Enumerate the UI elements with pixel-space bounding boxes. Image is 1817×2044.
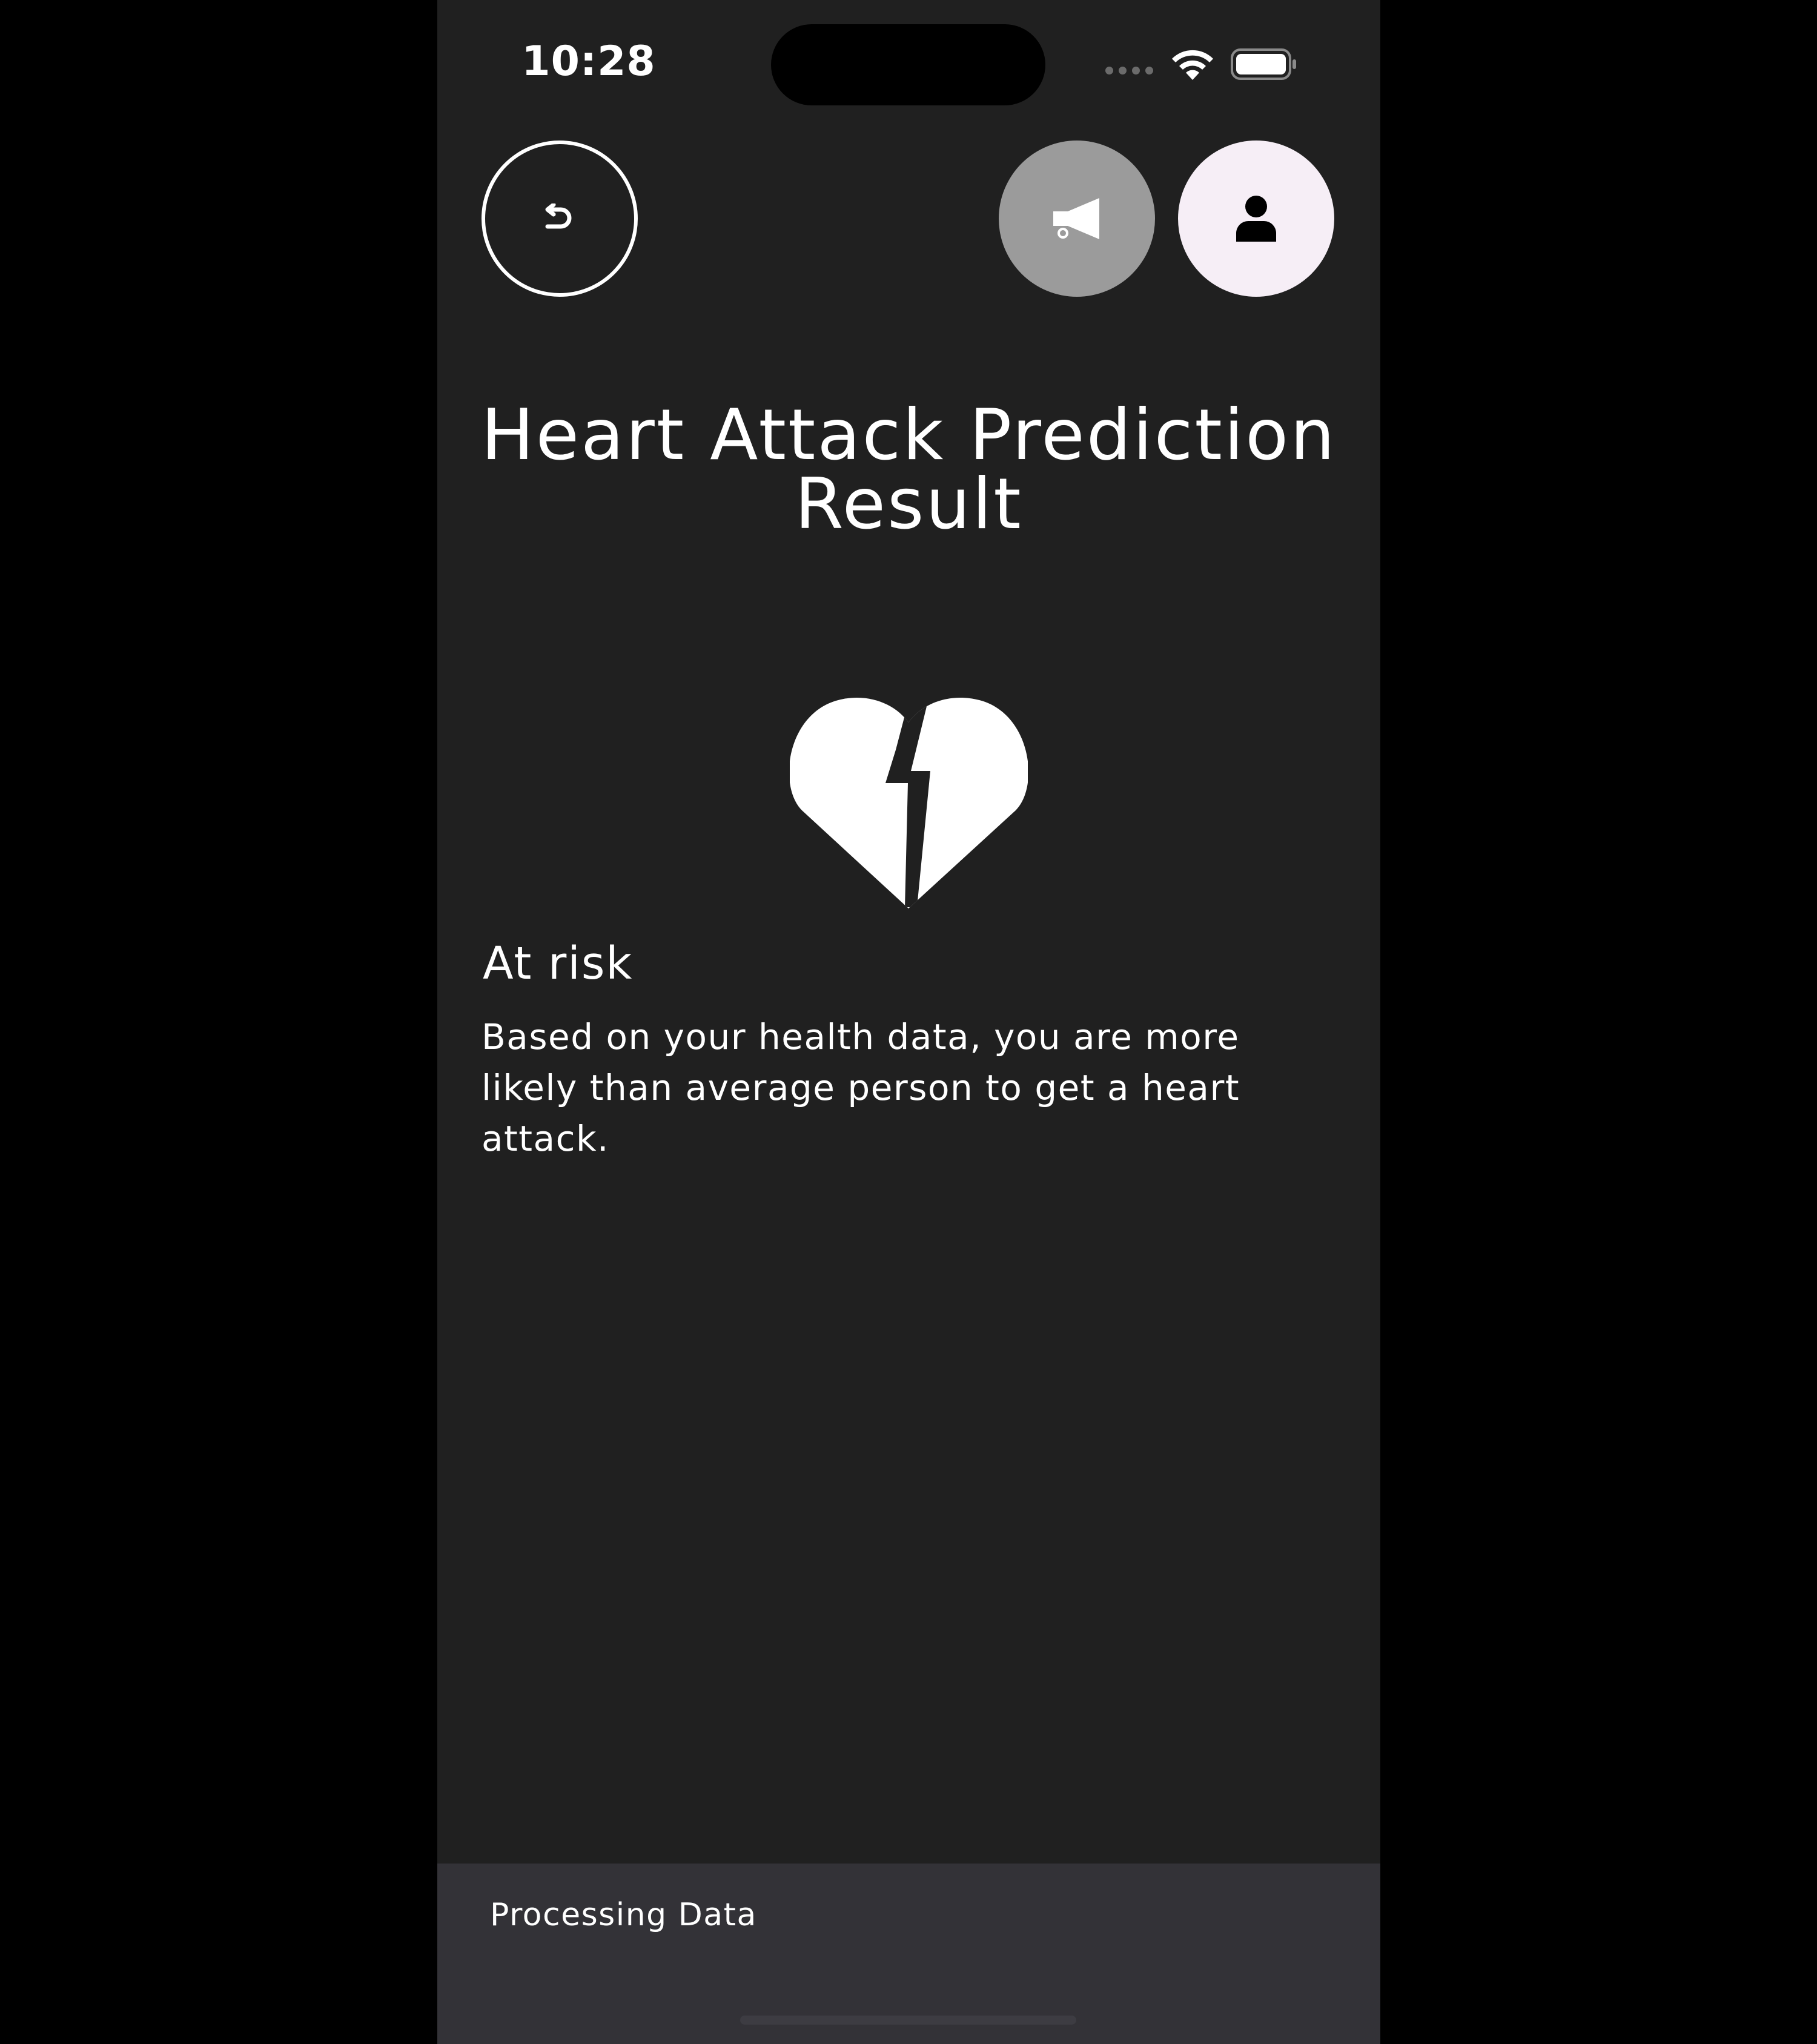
risk-description: Based on your health data, you are more … [482, 1016, 1240, 1159]
page: 10:28 Heart Attack Prediction Result At … [0, 0, 1817, 2044]
cellular-signal-icon [1105, 67, 1154, 76]
megaphone-icon [1053, 198, 1099, 239]
page-title: Heart Attack Prediction Result [481, 394, 1337, 545]
battery-icon [1231, 48, 1296, 80]
home-indicator[interactable] [740, 2016, 1076, 2025]
dynamic-island [771, 24, 1045, 105]
back-arrow-icon [545, 203, 572, 229]
broken-heart-icon [790, 697, 1028, 908]
profile-button[interactable] [1178, 141, 1334, 297]
snackbar: Processing Data [437, 1864, 1380, 2044]
wifi-icon [1172, 50, 1213, 80]
app-screen: 10:28 Heart Attack Prediction Result At … [437, 0, 1380, 2044]
back-button[interactable] [482, 141, 638, 297]
announcement-button[interactable] [999, 141, 1155, 297]
status-time: 10:28 [521, 38, 656, 85]
risk-label: At risk [483, 938, 634, 990]
person-icon [1236, 196, 1276, 242]
snackbar-message: Processing Data [490, 1897, 757, 1933]
